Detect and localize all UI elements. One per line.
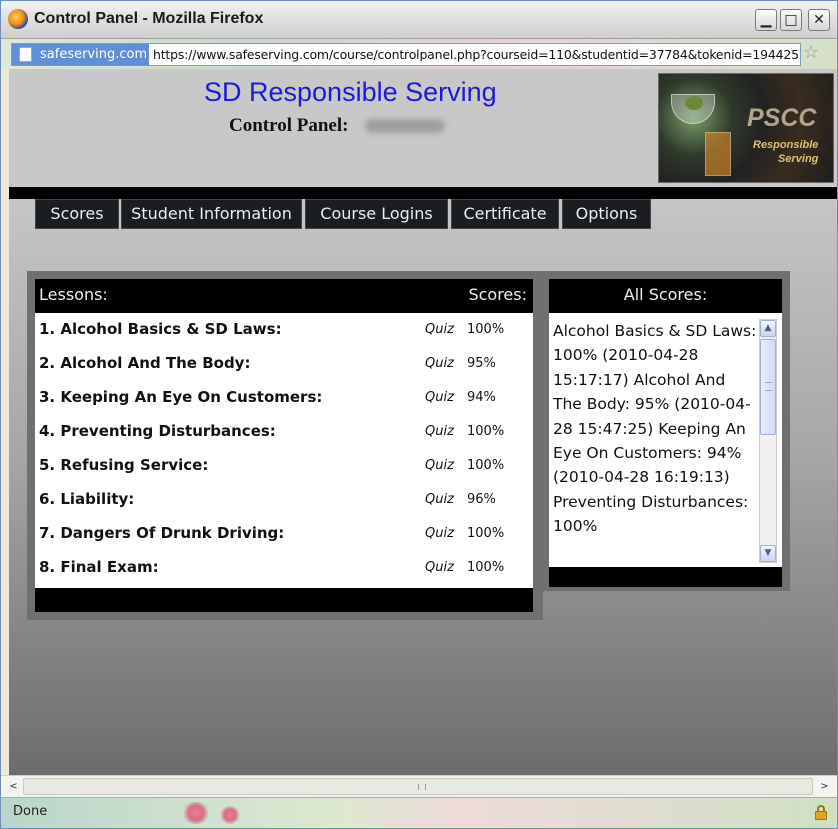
lesson-score: 100% <box>467 424 505 439</box>
logo-sub-line2: Serving <box>778 153 819 165</box>
scores-header-label: Scores: <box>468 285 527 304</box>
window-title: Control Panel - Mozilla Firefox <box>34 10 264 27</box>
firefox-icon <box>8 9 28 29</box>
url-field[interactable]: safeserving.com https://www.safeserving.… <box>11 43 801 66</box>
lesson-name: 3. Keeping An Eye On Customers: <box>39 388 323 406</box>
lesson-name: 1. Alcohol Basics & SD Laws: <box>39 320 282 338</box>
all-scores-box[interactable]: Alcohol Basics & SD Laws: 100% (2010-04-… <box>549 313 782 567</box>
site-title: SD Responsible Serving <box>204 77 497 107</box>
title-bar: Control Panel - Mozilla Firefox ▁ □ ✕ <box>1 1 837 39</box>
lesson-name: 5. Refusing Service: <box>39 456 209 474</box>
minimize-button[interactable]: ▁ <box>755 9 777 31</box>
scroll-left-button[interactable]: < <box>5 778 22 795</box>
address-bar: safeserving.com https://www.safeserving.… <box>1 39 837 69</box>
olive-icon <box>685 96 703 110</box>
lesson-name: 7. Dangers Of Drunk Driving: <box>39 524 285 542</box>
page-icon <box>19 47 32 62</box>
lesson-name: 6. Liability: <box>39 490 135 508</box>
lesson-row: 8. Final Exam: Quiz 100% <box>35 551 533 585</box>
lessons-header-label: Lessons: <box>39 285 108 304</box>
flower-decoration-icon <box>181 802 211 824</box>
lesson-score: 95% <box>467 356 496 371</box>
page-content: SD Responsible Serving Control Panel: PS… <box>9 69 837 775</box>
lesson-name: 4. Preventing Disturbances: <box>39 422 276 440</box>
lesson-score: 96% <box>467 492 496 507</box>
lesson-score: 100% <box>467 322 505 337</box>
all-scores-panel: All Scores: Alcohol Basics & SD Laws: 10… <box>541 271 790 591</box>
tab-certificate[interactable]: Certificate <box>451 199 559 229</box>
lesson-quiz-link[interactable]: Quiz <box>425 424 454 439</box>
panel-title: Control Panel: <box>229 115 349 136</box>
scroll-grip-icon <box>418 784 426 790</box>
lesson-name: 2. Alcohol And The Body: <box>39 354 251 372</box>
all-scores-footer <box>549 567 782 587</box>
lesson-score: 100% <box>467 458 505 473</box>
lesson-score: 100% <box>467 526 505 541</box>
scroll-grip-icon <box>765 382 772 391</box>
lesson-row: 7. Dangers Of Drunk Driving: Quiz 100% <box>35 517 533 551</box>
logo-text: PSCC <box>747 104 817 132</box>
lesson-quiz-link[interactable]: Quiz <box>425 322 454 337</box>
lesson-name: 8. Final Exam: <box>39 558 159 576</box>
scroll-right-button[interactable]: > <box>816 778 833 795</box>
lesson-row: 4. Preventing Disturbances: Quiz 100% <box>35 415 533 449</box>
lesson-row: 2. Alcohol And The Body: Quiz 95% <box>35 347 533 381</box>
drink-glass-icon <box>705 132 731 176</box>
lesson-quiz-link[interactable]: Quiz <box>425 526 454 541</box>
tab-scores[interactable]: Scores <box>35 199 119 229</box>
url-text[interactable]: https://www.safeserving.com/course/contr… <box>153 44 799 65</box>
lesson-quiz-link[interactable]: Quiz <box>425 492 454 507</box>
close-button[interactable]: ✕ <box>808 9 830 31</box>
bookmark-star-icon[interactable]: ☆ <box>803 44 819 62</box>
horizontal-scroll-thumb[interactable] <box>23 778 813 795</box>
site-badge-label: safeserving.com <box>40 47 148 62</box>
tab-options[interactable]: Options <box>562 199 651 229</box>
all-scores-title: All Scores: <box>623 285 708 304</box>
logo-sub-line1: Responsible <box>753 139 819 151</box>
browser-window: Control Panel - Mozilla Firefox ▁ □ ✕ sa… <box>0 0 838 829</box>
status-bar: Done <box>1 797 837 828</box>
lessons-footer <box>35 588 533 612</box>
lesson-row: 6. Liability: Quiz 96% <box>35 483 533 517</box>
lesson-row: 1. Alcohol Basics & SD Laws: Quiz 100% <box>35 313 533 347</box>
lock-body <box>815 811 827 820</box>
lesson-row: 5. Refusing Service: Quiz 100% <box>35 449 533 483</box>
maximize-button[interactable]: □ <box>780 9 802 31</box>
lessons-panel: Lessons: Scores: 1. Alcohol Basics & SD … <box>27 271 543 620</box>
scroll-up-button[interactable]: ▲ <box>760 320 776 337</box>
all-scores-header: All Scores: <box>549 279 782 313</box>
tab-course-logins[interactable]: Course Logins <box>305 199 448 229</box>
scroll-thumb[interactable] <box>760 339 776 435</box>
lesson-row: 3. Keeping An Eye On Customers: Quiz 94% <box>35 381 533 415</box>
status-text: Done <box>13 804 48 819</box>
horizontal-scrollbar[interactable]: < > <box>1 775 837 797</box>
blurred-student-name <box>365 119 445 133</box>
tab-student-information[interactable]: Student Information <box>121 199 302 229</box>
lessons-list: 1. Alcohol Basics & SD Laws: Quiz 100% 2… <box>35 313 533 588</box>
lessons-header: Lessons: Scores: <box>35 279 533 313</box>
flower-decoration-icon <box>219 806 241 824</box>
pscc-logo: PSCC Responsible Serving <box>658 73 834 183</box>
page-header: SD Responsible Serving Control Panel: PS… <box>9 69 837 187</box>
lesson-quiz-link[interactable]: Quiz <box>425 458 454 473</box>
lesson-score: 100% <box>467 560 505 575</box>
site-identity-button[interactable]: safeserving.com <box>12 44 149 65</box>
logo-subtitle: Responsible Serving <box>753 138 818 166</box>
lock-icon[interactable] <box>815 805 827 820</box>
all-scores-scrollbar[interactable]: ▲ ▼ <box>759 319 777 563</box>
all-scores-text: Alcohol Basics & SD Laws: 100% (2010-04-… <box>553 322 757 536</box>
scroll-down-button[interactable]: ▼ <box>760 545 776 562</box>
lesson-quiz-link[interactable]: Quiz <box>425 356 454 371</box>
lesson-score: 94% <box>467 390 496 405</box>
lesson-quiz-link[interactable]: Quiz <box>425 560 454 575</box>
header-divider <box>9 187 837 199</box>
lesson-quiz-link[interactable]: Quiz <box>425 390 454 405</box>
